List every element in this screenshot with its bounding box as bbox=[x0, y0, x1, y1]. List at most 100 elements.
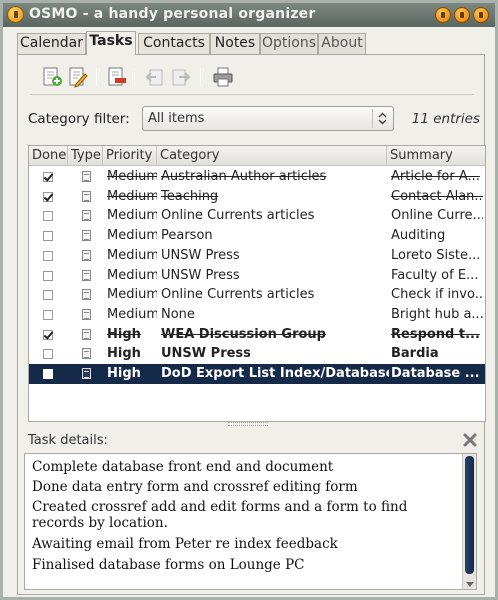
task-details-text[interactable]: Complete database front end and document… bbox=[24, 453, 477, 590]
priority-cell: High bbox=[107, 326, 141, 342]
tab-tasks[interactable]: Tasks bbox=[86, 31, 136, 55]
table-row[interactable]: Medium Australian Author articles Article … bbox=[29, 167, 485, 187]
category-cell: Online Currents articles bbox=[161, 208, 315, 224]
priority-cell: Medium bbox=[107, 208, 157, 224]
next-icon[interactable] bbox=[170, 66, 192, 88]
tab-options[interactable]: Options bbox=[260, 33, 318, 54]
task-type-icon bbox=[82, 210, 91, 222]
tasks-page: Category filter: All items 11 entries Do… bbox=[17, 54, 486, 595]
edit-task-icon[interactable] bbox=[67, 66, 89, 88]
summary-cell: Bright hub a... bbox=[391, 306, 483, 322]
add-task-icon[interactable] bbox=[41, 66, 63, 88]
task-type-icon bbox=[82, 171, 91, 182]
summary-cell: Article for A... bbox=[391, 169, 480, 184]
close-window-button[interactable] bbox=[473, 7, 489, 23]
details-line: Finalised database forms on Lounge PC bbox=[32, 557, 305, 573]
minimize-button[interactable] bbox=[435, 7, 451, 23]
priority-cell: Medium bbox=[107, 188, 157, 204]
table-row[interactable]: High DoD Export List Index/Database Databa… bbox=[29, 364, 485, 384]
maximize-button[interactable] bbox=[454, 7, 470, 23]
category-cell: Online Currents articles bbox=[161, 287, 315, 303]
table-row[interactable]: High UNSW Press Bardia bbox=[29, 344, 485, 364]
table-row[interactable]: Medium Pearson Auditing bbox=[29, 226, 485, 246]
details-line: Created crossref add and edit forms and … bbox=[32, 499, 408, 531]
table-row[interactable]: Medium UNSW Press Loreto Siste... bbox=[29, 245, 485, 266]
task-type-icon bbox=[82, 269, 91, 281]
toolbar-separator bbox=[200, 68, 201, 86]
done-checkbox[interactable] bbox=[43, 349, 53, 360]
table-row[interactable]: Medium Teaching Contact Alan... bbox=[29, 186, 485, 207]
task-list-header: Done Type Priority Category Summary bbox=[29, 146, 485, 166]
scroll-down-icon[interactable] bbox=[466, 582, 474, 587]
app-logo-icon bbox=[7, 6, 24, 23]
summary-cell: Faculty of E... bbox=[391, 267, 479, 283]
column-header-priority[interactable]: Priority bbox=[103, 146, 157, 166]
summary-cell: Bardia bbox=[391, 346, 439, 362]
done-checkbox[interactable] bbox=[43, 290, 53, 301]
close-icon[interactable] bbox=[462, 432, 478, 448]
scrollbar-thumb[interactable] bbox=[465, 456, 474, 574]
summary-cell: Database ... bbox=[391, 366, 480, 381]
column-header-summary[interactable]: Summary bbox=[387, 146, 485, 166]
done-checkbox[interactable] bbox=[43, 329, 53, 340]
title-bar[interactable]: OSMO - a handy personal organizer bbox=[3, 3, 495, 27]
done-checkbox[interactable] bbox=[43, 172, 53, 182]
task-type-icon bbox=[82, 289, 91, 301]
category-cell: DoD Export List Index/Database bbox=[161, 366, 389, 381]
previous-icon[interactable] bbox=[144, 66, 166, 88]
updown-arrows-icon bbox=[372, 109, 391, 128]
tab-calendar[interactable]: Calendar bbox=[17, 33, 86, 54]
category-cell: None bbox=[161, 306, 195, 322]
category-cell: UNSW Press bbox=[161, 346, 251, 362]
priority-cell: High bbox=[107, 346, 141, 362]
task-type-icon bbox=[82, 249, 91, 261]
task-type-icon bbox=[82, 348, 91, 360]
summary-cell: Contact Alan... bbox=[391, 188, 483, 204]
done-checkbox[interactable] bbox=[43, 270, 53, 281]
toolbar bbox=[30, 64, 474, 90]
table-row[interactable]: Medium None Bright hub a... bbox=[29, 304, 485, 325]
done-checkbox[interactable] bbox=[43, 309, 53, 320]
task-list: Done Type Priority Category Summary Medi… bbox=[28, 145, 486, 422]
column-header-category[interactable]: Category bbox=[157, 146, 387, 166]
print-icon[interactable] bbox=[212, 66, 234, 88]
category-filter-value: All items bbox=[148, 111, 205, 126]
tab-contacts[interactable]: Contacts bbox=[138, 33, 210, 54]
table-row[interactable]: Medium Online Currents articles Online Cur… bbox=[29, 206, 485, 227]
pane-resize-handle[interactable] bbox=[228, 422, 268, 426]
column-header-done[interactable]: Done bbox=[29, 146, 68, 166]
done-checkbox[interactable] bbox=[43, 211, 53, 222]
priority-cell: Medium bbox=[107, 169, 157, 184]
table-row[interactable]: Medium Online Currents articles Check if i… bbox=[29, 285, 485, 305]
details-line: Complete database front end and document bbox=[32, 459, 334, 475]
tab-about[interactable]: About bbox=[318, 33, 366, 54]
table-row[interactable]: High WEA Discussion Group Respond t... bbox=[29, 324, 485, 345]
remove-task-icon[interactable] bbox=[106, 66, 128, 88]
priority-cell: Medium bbox=[107, 306, 157, 322]
toolbar-separator bbox=[134, 68, 135, 86]
details-scrollbar[interactable] bbox=[462, 454, 476, 589]
category-cell: Pearson bbox=[161, 228, 213, 244]
done-checkbox[interactable] bbox=[43, 231, 53, 242]
column-header-type[interactable]: Type bbox=[68, 146, 103, 166]
task-type-icon bbox=[82, 230, 91, 242]
category-filter-dropdown[interactable]: All items bbox=[142, 106, 394, 131]
task-type-icon bbox=[82, 190, 91, 202]
priority-cell: High bbox=[107, 366, 141, 381]
details-line: Awaiting email from Peter re index feedb… bbox=[32, 536, 338, 552]
summary-cell: Online Curre... bbox=[391, 208, 483, 224]
category-cell: UNSW Press bbox=[161, 267, 240, 283]
done-checkbox[interactable] bbox=[43, 369, 53, 379]
done-checkbox[interactable] bbox=[43, 250, 53, 261]
priority-cell: Medium bbox=[107, 247, 157, 263]
category-cell: Australian Author articles bbox=[161, 169, 327, 184]
tab-notes[interactable]: Notes bbox=[210, 33, 260, 54]
task-type-icon bbox=[82, 328, 91, 340]
category-filter-label: Category filter: bbox=[28, 111, 130, 127]
summary-cell: Loreto Siste... bbox=[391, 247, 481, 263]
done-checkbox[interactable] bbox=[43, 191, 53, 202]
summary-cell: Auditing bbox=[391, 228, 446, 244]
app-window: OSMO - a handy personal organizer Calend… bbox=[0, 0, 498, 600]
table-row[interactable]: Medium UNSW Press Faculty of E... bbox=[29, 265, 485, 286]
category-cell: WEA Discussion Group bbox=[161, 326, 326, 342]
